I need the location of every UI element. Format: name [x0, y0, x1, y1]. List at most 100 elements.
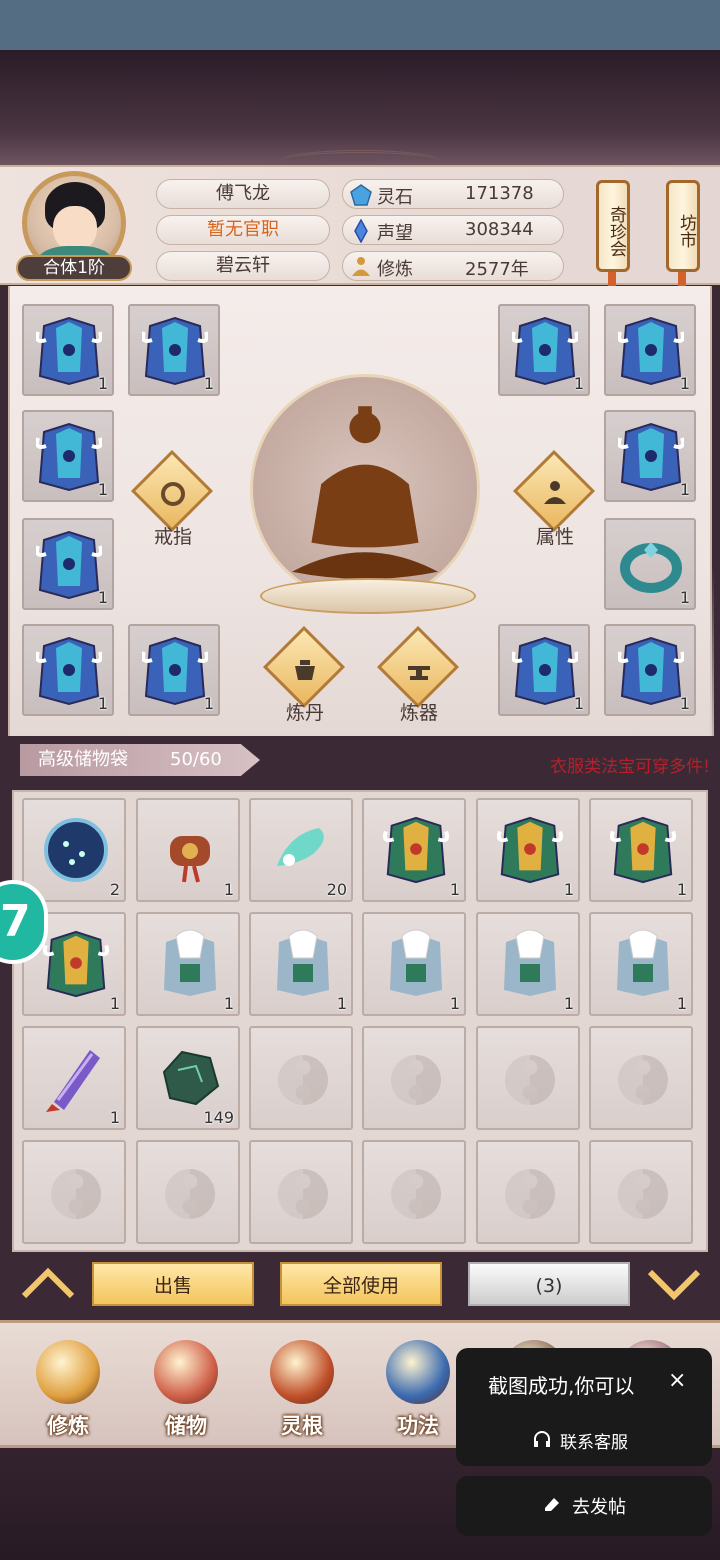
reputation-crystal-icon	[354, 219, 368, 243]
realm-badge: 合体1阶	[16, 255, 132, 281]
post-toast[interactable]: 去发帖	[456, 1476, 712, 1536]
bag-slot-empty[interactable]	[476, 1026, 580, 1130]
bag-slot-white-robe[interactable]: 1	[249, 912, 353, 1016]
scroll-down-arrow[interactable]	[646, 1266, 702, 1302]
stat-cultivation: 修炼 2577年	[342, 251, 564, 281]
equipment-slot-robe[interactable]: 1	[498, 624, 590, 716]
bag-slot-star-disc[interactable]: 2	[22, 798, 126, 902]
item-count: 1	[97, 374, 108, 393]
cauldron-icon	[295, 660, 315, 680]
item-count: 1	[679, 588, 690, 607]
meditation-figure	[250, 374, 480, 604]
item-count: 1	[563, 880, 574, 899]
bag-slot-empty[interactable]	[589, 1026, 693, 1130]
talisman-scroll-icon	[46, 1050, 100, 1112]
equipment-slot-robe[interactable]: 1	[22, 624, 114, 716]
bag-slot-gold-armor[interactable]: 1	[476, 798, 580, 902]
equipment-slot-robe[interactable]: 1	[22, 304, 114, 396]
item-count: 1	[109, 994, 120, 1013]
ore-chunk-icon	[162, 1050, 220, 1106]
nav-storage-bag[interactable]: 储物	[134, 1340, 238, 1440]
bag-slot-empty[interactable]	[249, 1140, 353, 1244]
nav-label: 修炼	[47, 1414, 89, 1438]
equipment-slot-robe[interactable]: 1	[604, 410, 696, 502]
bag-slot-empty[interactable]	[249, 1026, 353, 1130]
bag-slot-gold-armor[interactable]: 1	[362, 798, 466, 902]
item-count: 1	[223, 994, 234, 1013]
equipment-slot-robe[interactable]: 1	[604, 624, 696, 716]
equipment-slot-ring[interactable]: 1	[604, 518, 696, 610]
bag-slot-white-robe[interactable]: 1	[136, 912, 240, 1016]
attributes-button[interactable]: 属性	[510, 449, 600, 558]
scroll-up-arrow[interactable]	[20, 1266, 76, 1302]
attributes-icon	[544, 481, 566, 504]
item-count: 1	[97, 694, 108, 713]
item-count: 1	[563, 994, 574, 1013]
bag-slot-empty[interactable]	[362, 1140, 466, 1244]
bag-slot-gourd-scroll[interactable]: 1	[136, 798, 240, 902]
use-all-button[interactable]: 全部使用	[280, 1262, 442, 1306]
alchemy-button[interactable]: 炼丹	[260, 625, 350, 734]
gold-armor-icon	[496, 816, 564, 884]
pedestal	[260, 578, 476, 614]
bag-slot-empty[interactable]	[589, 1140, 693, 1244]
player-name: 傅飞龙	[156, 179, 330, 209]
storage-bag-icon	[154, 1340, 218, 1404]
item-count: 1	[676, 880, 687, 899]
bag-slot-empty[interactable]	[136, 1140, 240, 1244]
robe-icon	[618, 636, 684, 706]
nav-technique-book[interactable]: 功法	[366, 1340, 470, 1440]
item-count: 1	[679, 480, 690, 499]
bag-slot-empty[interactable]	[22, 1140, 126, 1244]
equipment-slot-robe[interactable]: 1	[604, 304, 696, 396]
item-count: 1	[573, 694, 584, 713]
bag-slot-jade-pendant[interactable]: 20	[249, 798, 353, 902]
nav-cultivation[interactable]: 修炼	[16, 1340, 120, 1440]
top-backdrop	[0, 50, 720, 165]
sell-button[interactable]: 出售	[92, 1262, 254, 1306]
robe-icon	[36, 530, 102, 600]
qizhenhui-button[interactable]: 奇珍会	[596, 180, 630, 272]
contact-service-link[interactable]: 联系客服	[532, 1428, 692, 1453]
equipment-slot-robe[interactable]: 1	[128, 304, 220, 396]
forging-button[interactable]: 炼器	[374, 625, 464, 734]
third-button[interactable]: (3)	[468, 1262, 630, 1306]
fangshi-button[interactable]: 坊市	[666, 180, 700, 272]
ring-button[interactable]: 戒指	[128, 449, 218, 558]
robe-icon	[36, 422, 102, 492]
white-robe-icon	[390, 929, 442, 996]
bag-slot-talisman-scroll[interactable]: 1	[22, 1026, 126, 1130]
equipment-slot-robe[interactable]: 1	[22, 410, 114, 502]
bag-slot-empty[interactable]	[476, 1140, 580, 1244]
robe-icon	[142, 636, 208, 706]
bag-slot-gold-armor[interactable]: 1	[589, 798, 693, 902]
item-count: 1	[97, 588, 108, 607]
bag-slot-white-robe[interactable]: 1	[589, 912, 693, 1016]
white-robe-icon	[277, 929, 329, 996]
ring-icon	[161, 482, 185, 506]
robe-icon	[36, 636, 102, 706]
close-icon[interactable]: ×	[668, 1368, 686, 1393]
item-count: 20	[326, 880, 347, 899]
equipment-slot-robe[interactable]: 1	[22, 518, 114, 610]
nav-label: 灵根	[281, 1414, 323, 1438]
robe-icon	[512, 636, 578, 706]
nav-spirit-root[interactable]: 灵根	[250, 1340, 354, 1440]
item-count: 1	[203, 374, 214, 393]
equipment-slot-robe[interactable]: 1	[498, 304, 590, 396]
item-count: 1	[676, 994, 687, 1013]
spirit-root-icon	[270, 1340, 334, 1404]
bag-slot-white-robe[interactable]: 1	[476, 912, 580, 1016]
technique-book-icon	[386, 1340, 450, 1404]
white-robe-icon	[504, 929, 556, 996]
bag-slot-white-robe[interactable]: 1	[362, 912, 466, 1016]
gold-armor-icon	[609, 816, 677, 884]
equipment-slot-robe[interactable]: 1	[128, 624, 220, 716]
bag-slot-empty[interactable]	[362, 1026, 466, 1130]
toast-message: 截图成功,你可以	[488, 1374, 635, 1398]
meditation-icon	[352, 257, 370, 276]
bag-slot-ore-chunk[interactable]: 149	[136, 1026, 240, 1130]
bag-capacity: 50/60	[170, 749, 222, 770]
bag-header: 高级储物袋 50/60	[20, 744, 260, 776]
post-link: 去发帖	[572, 1497, 626, 1518]
